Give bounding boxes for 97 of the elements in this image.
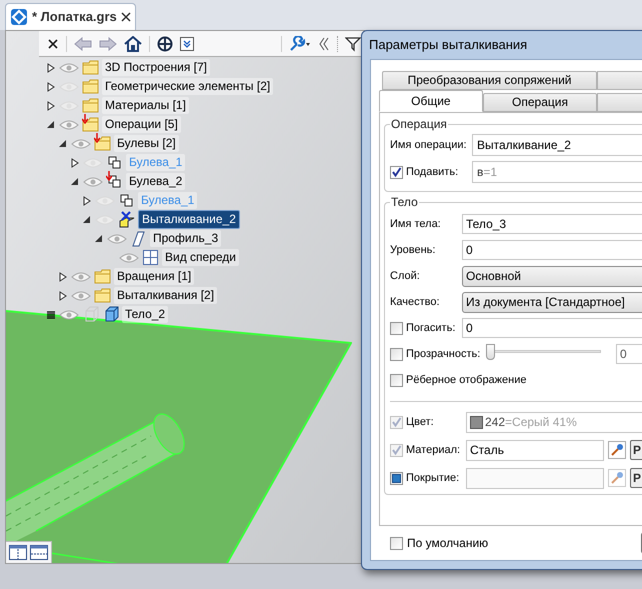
filter-icon[interactable] bbox=[345, 36, 361, 52]
close-icon[interactable] bbox=[47, 38, 59, 50]
close-icon[interactable] bbox=[120, 12, 131, 22]
target-icon[interactable] bbox=[157, 36, 173, 52]
picker-button[interactable] bbox=[608, 469, 626, 487]
expanded-arrow-icon[interactable] bbox=[46, 120, 56, 130]
collapsed-arrow-icon[interactable] bbox=[58, 272, 68, 282]
expanded-arrow-icon[interactable] bbox=[70, 176, 80, 186]
tab[interactable]: Преобразования сопряжений bbox=[382, 71, 598, 90]
checkbox-label: Покрытие: bbox=[406, 470, 460, 486]
viewport[interactable]: 3D Построения [7] Геометрические элементы [2] Материалы [1] Операции [5] Булевы [2] Булева_1 Булева_2 Булева_1 Выталкивание_2 Профиль_3 Вид спереди Вращения [1] Выталкивания [2] Тело_2 bbox=[5, 30, 365, 564]
folder-icon bbox=[94, 135, 111, 152]
folder-icon bbox=[82, 97, 99, 114]
checkbox[interactable] bbox=[390, 348, 403, 360]
tree-item[interactable]: Булева_2 bbox=[126, 173, 186, 190]
app-logo-icon bbox=[10, 8, 28, 26]
input-field[interactable]: 0 bbox=[462, 318, 642, 338]
checkbox-label: Материал: bbox=[406, 442, 460, 458]
tree-item[interactable]: Вид спереди bbox=[162, 249, 240, 266]
dialog-title: Параметры выталкивания bbox=[368, 36, 528, 54]
extrude-icon bbox=[118, 211, 135, 228]
back-arrow-icon[interactable] bbox=[74, 36, 92, 50]
overlapping-squares-icon bbox=[106, 154, 123, 171]
input-field[interactable]: 0 bbox=[616, 344, 642, 364]
tree-item[interactable]: Материалы [1] bbox=[102, 97, 189, 114]
collapsed-arrow-icon[interactable] bbox=[82, 196, 92, 206]
checkbox-label: Погасить: bbox=[406, 320, 456, 336]
checkbox-label: Подавить: bbox=[406, 164, 458, 180]
split-horizontal-icon[interactable] bbox=[30, 545, 48, 560]
dropdown[interactable]: Основной bbox=[462, 266, 642, 286]
field-label: Уровень: bbox=[390, 242, 436, 258]
collapsed-arrow-icon[interactable] bbox=[46, 62, 56, 72]
collapsed-arrow-icon[interactable] bbox=[70, 158, 80, 168]
expanded-arrow-icon[interactable] bbox=[82, 214, 92, 224]
expand-down-icon[interactable] bbox=[180, 36, 194, 50]
group-title: Тело bbox=[390, 194, 419, 211]
grid-view-icon bbox=[142, 249, 159, 266]
checkbox[interactable] bbox=[390, 374, 403, 386]
checkbox[interactable] bbox=[390, 536, 403, 550]
checkbox-label: Прозрачность: bbox=[406, 346, 480, 362]
field-label: Качество: bbox=[390, 294, 440, 310]
field-label: Слой: bbox=[390, 268, 420, 284]
input-field[interactable]: 0 bbox=[462, 240, 642, 260]
folder-icon bbox=[94, 287, 111, 304]
field-label: Имя операции: bbox=[390, 138, 468, 153]
brush-icon bbox=[610, 443, 624, 457]
overlapping-squares-icon bbox=[106, 173, 123, 190]
field-label: Имя тела: bbox=[390, 216, 441, 232]
expanded-arrow-icon[interactable] bbox=[94, 234, 104, 244]
profile-icon bbox=[130, 230, 147, 247]
document-title: * Лопатка.grs bbox=[32, 8, 117, 26]
home-icon[interactable] bbox=[124, 36, 142, 52]
wrench-icon[interactable] bbox=[289, 36, 311, 52]
tree-item[interactable]: Выталкивания [2] bbox=[114, 287, 218, 304]
folder-icon bbox=[82, 116, 99, 133]
dropdown[interactable]: Из документа [Стандартное] bbox=[462, 292, 642, 312]
folder-icon bbox=[82, 78, 99, 95]
checkbox-label: Рёберное отображение bbox=[406, 372, 526, 388]
library-button[interactable]: Р bbox=[630, 468, 642, 488]
group-title: Операция bbox=[390, 116, 448, 133]
forward-arrow-icon[interactable] bbox=[99, 36, 117, 50]
input-field[interactable]: Выталкивание_2 bbox=[472, 134, 642, 156]
tree-item[interactable]: Профиль_3 bbox=[150, 230, 222, 247]
folder-icon bbox=[82, 59, 99, 76]
collapsed-arrow-icon[interactable] bbox=[46, 100, 56, 110]
checkbox[interactable] bbox=[390, 166, 403, 178]
color-value: 242=Серый 41% bbox=[485, 414, 577, 431]
tab[interactable]: Общие bbox=[379, 90, 483, 112]
input-field[interactable] bbox=[466, 468, 604, 488]
tree-item[interactable]: Булевы [2] bbox=[114, 135, 179, 152]
collapse-icon[interactable] bbox=[318, 36, 330, 50]
input-field[interactable]: Тело_3 bbox=[462, 214, 642, 234]
checkbox-label: Цвет: bbox=[406, 414, 434, 430]
overlapping-squares-icon bbox=[118, 192, 135, 209]
checkbox[interactable] bbox=[390, 472, 403, 484]
collapsed-arrow-icon[interactable] bbox=[46, 82, 56, 92]
checkbox-label: По умолчанию bbox=[407, 535, 488, 552]
tab[interactable] bbox=[597, 93, 642, 112]
folder-icon bbox=[94, 268, 111, 285]
tree-item[interactable]: Выталкивание_2 bbox=[138, 210, 240, 229]
tab[interactable] bbox=[597, 71, 642, 90]
split-vertical-icon[interactable] bbox=[9, 545, 27, 560]
picker-button[interactable] bbox=[608, 441, 626, 459]
checkbox[interactable] bbox=[390, 322, 403, 334]
tree-item[interactable]: Вращения [1] bbox=[114, 268, 194, 285]
eye-icon[interactable] bbox=[119, 250, 139, 264]
brush-icon bbox=[610, 471, 624, 485]
tree-item[interactable]: Геометрические элементы [2] bbox=[102, 78, 274, 95]
list-icon[interactable] bbox=[46, 310, 56, 320]
tab[interactable]: Операция bbox=[482, 93, 598, 112]
input-field[interactable]: в=1 bbox=[472, 161, 642, 183]
tree-item[interactable]: 3D Построения [7] bbox=[102, 59, 210, 76]
tree-item[interactable]: Тело_2 bbox=[122, 306, 168, 323]
collapsed-arrow-icon[interactable] bbox=[58, 290, 68, 300]
expanded-arrow-icon[interactable] bbox=[58, 138, 68, 148]
tree-item[interactable]: Операции [5] bbox=[102, 116, 181, 133]
document-tab[interactable]: * Лопатка.grs bbox=[5, 3, 136, 30]
